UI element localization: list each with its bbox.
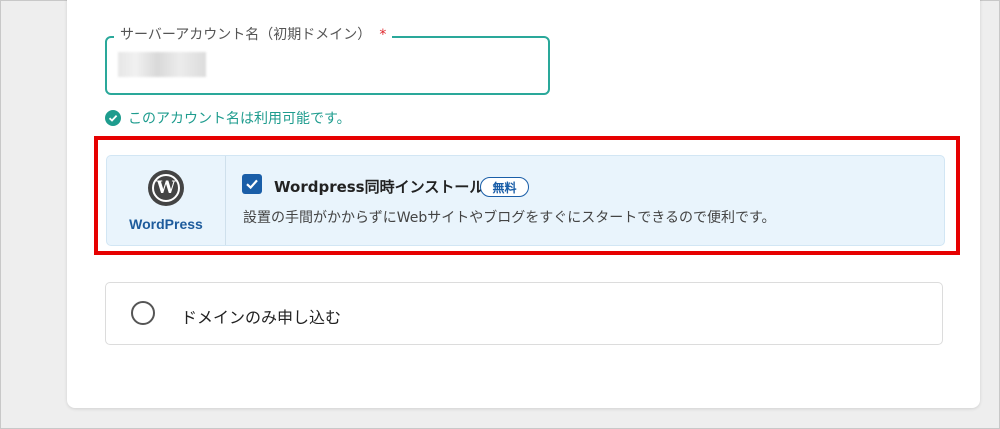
domain-only-radio[interactable]: [131, 301, 155, 325]
wordpress-install-option[interactable]: W WordPress: [106, 155, 945, 246]
wordpress-logo-glyph: W: [152, 174, 180, 202]
domain-only-label: ドメインのみ申し込む: [181, 308, 342, 327]
wordpress-wordmark: WordPress: [129, 216, 203, 232]
required-mark: *: [379, 27, 387, 43]
wordpress-logo-icon: W: [148, 170, 184, 206]
checkmark-icon: [246, 179, 258, 190]
wordpress-install-description: 設置の手間がかからずにWebサイトやブログをすぐにスタートできるので便利です。: [243, 210, 776, 226]
availability-text: このアカウント名は利用可能です。: [128, 111, 351, 127]
availability-message: このアカウント名は利用可能です。: [105, 108, 351, 128]
wordpress-logo-block: W WordPress: [107, 156, 226, 245]
account-name-label: サーバーアカウント名（初期ドメイン） *: [114, 24, 393, 44]
check-circle-icon: [105, 110, 121, 126]
wordpress-install-checkbox[interactable]: [242, 174, 262, 194]
obscured-account-value: [118, 52, 206, 77]
wordpress-install-title: Wordpress同時インストール: [274, 178, 485, 196]
free-badge: 無料: [480, 177, 529, 197]
